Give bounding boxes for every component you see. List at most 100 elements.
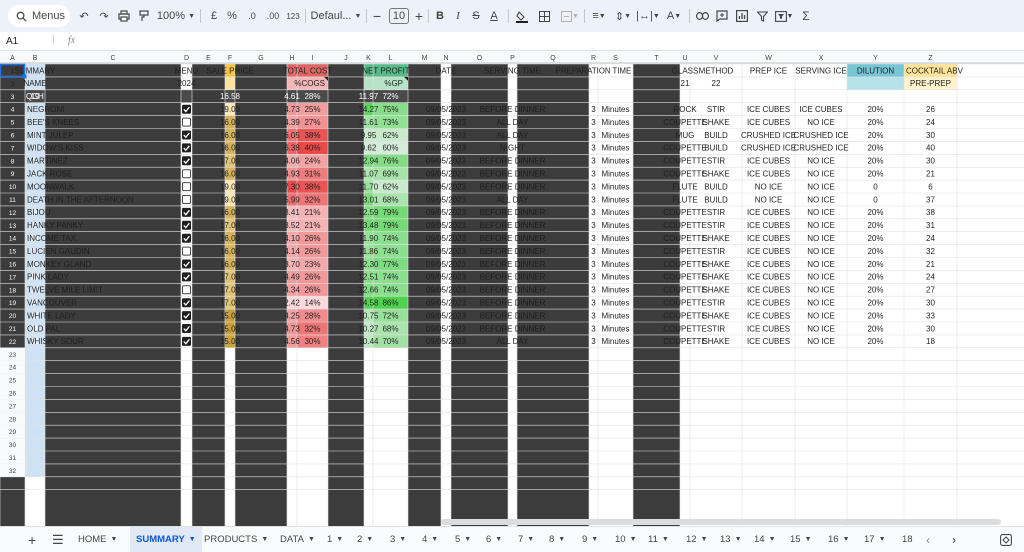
strikethrough-icon[interactable]: S bbox=[469, 0, 483, 32]
row-number[interactable]: 7 bbox=[11, 145, 15, 152]
font-size-decrease-button[interactable]: − bbox=[371, 0, 383, 32]
chart-icon[interactable] bbox=[734, 0, 750, 32]
zoom-select[interactable]: 100% ▼ bbox=[156, 0, 196, 32]
column-header-f[interactable]: F bbox=[228, 55, 232, 62]
link-icon[interactable] bbox=[694, 0, 710, 32]
column-header-t[interactable]: T bbox=[654, 55, 659, 62]
sheet-tab-9[interactable]: 9 ▼ bbox=[580, 527, 600, 552]
chevron-down-icon[interactable]: ▼ bbox=[399, 536, 406, 543]
column-header-i[interactable]: I bbox=[312, 55, 314, 62]
comment-icon[interactable] bbox=[714, 0, 730, 32]
chevron-down-icon[interactable]: ▼ bbox=[558, 536, 565, 543]
menus-search[interactable]: Menus bbox=[8, 5, 70, 27]
row-number[interactable]: 17 bbox=[9, 274, 17, 281]
row-number[interactable]: 25 bbox=[9, 378, 17, 385]
currency-button[interactable]: £ bbox=[207, 0, 221, 32]
sheet-tab-16[interactable]: 16 ▼ bbox=[826, 527, 852, 552]
fill-color-icon[interactable] bbox=[514, 0, 530, 32]
filter-views-icon[interactable]: ▼ bbox=[772, 0, 796, 32]
column-header-r[interactable]: R bbox=[591, 55, 596, 62]
row-number[interactable]: 19 bbox=[9, 300, 17, 307]
menu-checkbox[interactable] bbox=[182, 285, 191, 295]
row-number[interactable]: 9 bbox=[11, 171, 15, 178]
row-number[interactable]: 15 bbox=[9, 249, 17, 256]
font-size-input[interactable]: 10 bbox=[388, 0, 410, 32]
sheet-tab-5[interactable]: 5 ▼ bbox=[453, 527, 473, 552]
chevron-down-icon[interactable]: ▼ bbox=[431, 536, 438, 543]
column-header-z[interactable]: Z bbox=[928, 55, 933, 62]
chevron-down-icon[interactable]: ▼ bbox=[527, 536, 534, 543]
menu-checkbox[interactable] bbox=[182, 246, 191, 256]
italic-icon[interactable]: I bbox=[451, 0, 465, 32]
chevron-down-icon[interactable]: ▼ bbox=[735, 536, 742, 543]
menu-checkbox[interactable] bbox=[182, 156, 191, 166]
menu-checkbox[interactable] bbox=[182, 336, 191, 346]
column-header-o[interactable]: O bbox=[477, 55, 483, 62]
menu-checkbox[interactable] bbox=[182, 104, 191, 114]
font-select[interactable]: Defaul... ▼ bbox=[310, 0, 362, 32]
row-number[interactable]: 18 bbox=[9, 287, 17, 294]
chevron-down-icon[interactable]: ▼ bbox=[843, 536, 850, 543]
row-number[interactable]: 16 bbox=[9, 262, 17, 269]
explore-icon[interactable] bbox=[1000, 527, 1012, 552]
text-rotate-icon[interactable]: A ▼ bbox=[662, 0, 686, 32]
menu-checkbox[interactable] bbox=[182, 117, 191, 127]
row-number[interactable]: 2 bbox=[11, 81, 15, 88]
borders-icon[interactable] bbox=[536, 0, 552, 32]
menu-checkbox[interactable] bbox=[182, 130, 191, 140]
menu-checkbox[interactable] bbox=[182, 195, 191, 204]
sheet-tab-10[interactable]: 10 ▼ bbox=[613, 527, 639, 552]
chevron-down-icon[interactable]: ▼ bbox=[495, 536, 502, 543]
column-header-g[interactable]: G bbox=[258, 55, 263, 62]
column-header-q[interactable]: Q bbox=[550, 55, 556, 62]
column-header-w[interactable]: W bbox=[765, 55, 772, 62]
row-number[interactable]: 10 bbox=[9, 184, 17, 191]
sheet-tab-data[interactable]: DATA ▼ bbox=[278, 527, 317, 552]
formula-input[interactable] bbox=[90, 34, 1020, 48]
horizontal-scrollbar[interactable] bbox=[441, 519, 1001, 525]
increase-decimal-button[interactable]: .00 bbox=[263, 0, 283, 32]
menu-checkbox[interactable] bbox=[182, 298, 191, 308]
chevron-down-icon[interactable]: ▼ bbox=[662, 536, 669, 543]
column-header-c[interactable]: C bbox=[110, 55, 115, 62]
row-number[interactable]: 5 bbox=[11, 120, 15, 127]
chevron-down-icon[interactable]: ▼ bbox=[805, 536, 812, 543]
row-number[interactable]: 14 bbox=[9, 236, 17, 243]
menu-checkbox[interactable] bbox=[182, 220, 191, 230]
row-number[interactable]: 4 bbox=[11, 107, 15, 114]
chevron-down-icon[interactable]: ▼ bbox=[701, 536, 708, 543]
chevron-down-icon[interactable]: ▼ bbox=[336, 536, 343, 543]
sheet-tab-summary[interactable]: SUMMARY ▼ bbox=[130, 527, 202, 552]
filter-icon[interactable] bbox=[754, 0, 770, 32]
row-number[interactable]: 30 bbox=[9, 442, 17, 449]
percent-button[interactable]: % bbox=[225, 0, 239, 32]
column-header-p[interactable]: P bbox=[510, 55, 515, 62]
chevron-down-icon[interactable]: ▼ bbox=[111, 536, 118, 543]
paint-format-icon[interactable] bbox=[136, 0, 152, 32]
sheet-tab-15[interactable]: 15 ▼ bbox=[788, 527, 814, 552]
menu-checkbox[interactable] bbox=[182, 259, 191, 269]
row-number[interactable]: 31 bbox=[9, 455, 17, 462]
decrease-decimal-button[interactable]: .0 bbox=[243, 0, 261, 32]
add-sheet-icon[interactable]: + bbox=[28, 527, 36, 552]
row-number[interactable]: 6 bbox=[11, 133, 15, 140]
menu-checkbox[interactable] bbox=[182, 169, 191, 179]
row-number[interactable]: 3 bbox=[11, 94, 15, 101]
column-header-j[interactable]: J bbox=[344, 55, 348, 62]
menu-checkbox[interactable] bbox=[182, 182, 191, 192]
column-header-m[interactable]: M bbox=[422, 55, 428, 62]
column-header-a[interactable]: A bbox=[10, 55, 15, 62]
chevron-down-icon[interactable]: ▼ bbox=[308, 536, 315, 543]
column-header-d[interactable]: D bbox=[184, 55, 189, 62]
menu-checkbox[interactable] bbox=[182, 272, 191, 282]
font-size-increase-button[interactable]: + bbox=[413, 0, 425, 32]
text-color-icon[interactable]: A bbox=[487, 0, 501, 32]
column-header-s[interactable]: S bbox=[613, 55, 618, 62]
chevron-down-icon[interactable]: ▼ bbox=[261, 536, 268, 543]
sheet-tab-14[interactable]: 14 ▼ bbox=[752, 527, 778, 552]
sheet-tab-3[interactable]: 3 ▼ bbox=[388, 527, 408, 552]
row-number[interactable]: 26 bbox=[9, 391, 17, 398]
row-number[interactable]: 13 bbox=[9, 223, 17, 230]
column-header-v[interactable]: V bbox=[714, 55, 719, 62]
horizontal-align-icon[interactable]: ≡ ▼ bbox=[588, 0, 610, 32]
